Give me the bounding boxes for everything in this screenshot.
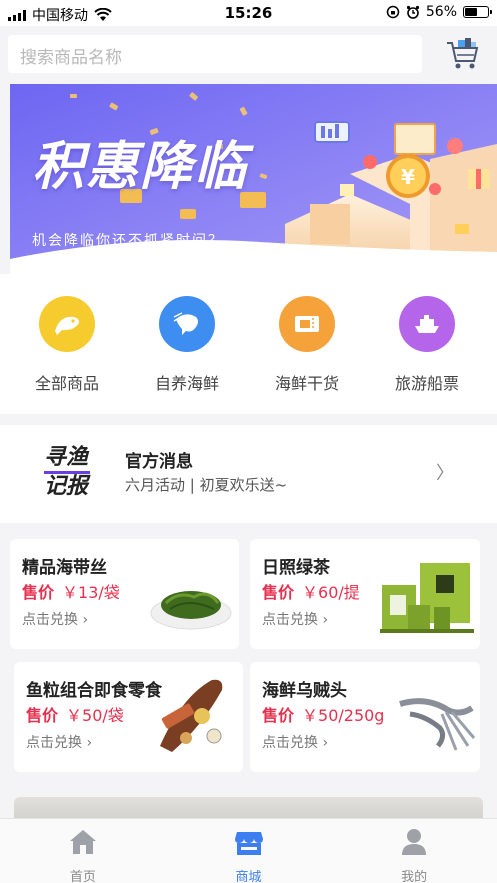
product-name: 日照绿茶 [262, 558, 330, 578]
product-name: 鱼粒组合即食零食 [26, 681, 162, 701]
category-all-products[interactable]: 全部商品 [7, 274, 127, 414]
category-label: 海鲜干货 [274, 374, 339, 393]
product-card[interactable]: 日照绿茶 售价 ￥60/提 点击兑换 › [250, 539, 480, 649]
category-dried-seafood[interactable]: 海鲜干货 [247, 274, 367, 414]
green-tea-box-image [380, 563, 474, 633]
battery-icon [463, 6, 492, 18]
redeem-link[interactable]: 点击兑换 › [262, 732, 328, 752]
tab-bar: 首页 商城 我的 [0, 818, 497, 883]
product-price: 售价 ￥50/250g [262, 706, 385, 725]
category-cruise-tickets[interactable]: 旅游船票 [367, 274, 487, 414]
seaweed-dish-image [150, 591, 232, 630]
cart-icon [447, 38, 479, 69]
ship-icon [399, 296, 455, 352]
status-bar: 中国移动 15:26 56% [0, 0, 497, 26]
fish-icon [39, 296, 95, 352]
product-price: 售价 ￥13/袋 [22, 583, 120, 602]
promo-banner[interactable]: ¥ 积惠降临 机会降临你还不抓紧时间？ [10, 84, 497, 274]
ticket-icon [279, 296, 335, 352]
tab-label: 首页 [69, 870, 96, 883]
official-news[interactable]: 寻渔 记报 官方消息 六月活动 | 初夏欢乐送~ 〉 [0, 425, 497, 523]
product-card[interactable]: 鱼粒组合即食零食 售价 ￥50/袋 点击兑换 › [14, 662, 243, 772]
search-row: 搜索商品名称 [0, 26, 497, 84]
shrimp-icon [159, 296, 215, 352]
profile-icon [402, 829, 427, 855]
category-self-raised-seafood[interactable]: 自养海鲜 [127, 274, 247, 414]
home-icon [69, 830, 96, 854]
rotation-lock-icon [386, 5, 400, 19]
redeem-link[interactable]: 点击兑换 › [26, 732, 92, 752]
battery-percent: 56% [425, 4, 457, 20]
category-label: 旅游船票 [394, 374, 459, 393]
news-text: 六月活动 | 初夏欢乐送~ [125, 476, 288, 494]
redeem-link[interactable]: 点击兑换 › [262, 609, 328, 629]
banner-title: 积惠降临 [32, 137, 249, 197]
dried-squid-image [399, 698, 476, 751]
tab-store[interactable]: 商城 [166, 819, 332, 883]
chevron-right-icon: › [86, 735, 93, 751]
cart-button[interactable] [445, 37, 481, 71]
alarm-icon [406, 5, 419, 19]
product-price: 售价 ￥60/提 [262, 583, 360, 602]
product-name: 精品海带丝 [22, 558, 107, 578]
tab-label: 商城 [235, 870, 262, 883]
product-card[interactable]: 精品海带丝 售价 ￥13/袋 点击兑换 › [10, 539, 239, 649]
category-label: 自养海鲜 [154, 374, 219, 393]
chevron-right-icon: › [322, 735, 329, 751]
redeem-link[interactable]: 点击兑换 › [22, 609, 88, 629]
chevron-right-icon[interactable]: 〉 [436, 459, 454, 485]
product-name: 海鲜乌贼头 [262, 681, 347, 701]
tab-profile[interactable]: 我的 [331, 819, 497, 883]
chevron-right-icon: › [322, 612, 329, 628]
store-icon [234, 832, 263, 855]
category-nav: 全部商品 自养海鲜 海鲜干货 旅游船票 [0, 274, 497, 414]
news-title: 官方消息 [125, 452, 193, 472]
banner-subtitle: 机会降临你还不抓紧时间？ [32, 233, 224, 249]
product-price: 售价 ￥50/袋 [26, 706, 124, 725]
chevron-right-icon: › [82, 612, 89, 628]
fish-snack-image [160, 679, 223, 752]
product-card[interactable]: 海鲜乌贼头 售价 ￥50/250g 点击兑换 › [250, 662, 480, 772]
category-label: 全部商品 [34, 374, 99, 393]
search-input[interactable]: 搜索商品名称 [8, 35, 422, 73]
tab-home[interactable]: 首页 [0, 819, 166, 883]
svg-text:¥: ¥ [401, 165, 415, 189]
tab-label: 我的 [401, 870, 428, 883]
news-logo: 寻渔 记报 [44, 445, 90, 499]
